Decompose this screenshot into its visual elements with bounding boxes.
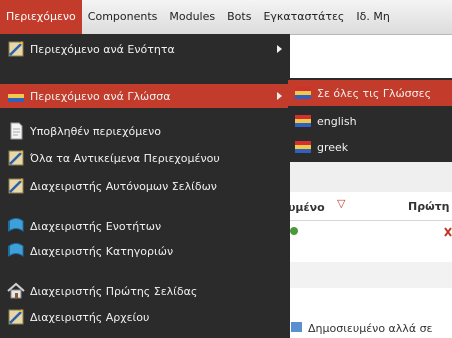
content-icon bbox=[8, 41, 24, 57]
menu-more[interactable]: Ιδ. Μη bbox=[350, 0, 395, 34]
submenu-item-all-languages[interactable]: Σε όλες τις Γλώσσες bbox=[288, 80, 452, 106]
home-icon bbox=[7, 282, 25, 299]
menu-bots[interactable]: Bots bbox=[221, 0, 257, 34]
menu-item-sections-manager[interactable]: Διαχειριστής Ενοτήτων bbox=[0, 214, 290, 238]
table-header-band bbox=[288, 162, 452, 192]
menu-modules[interactable]: Modules bbox=[163, 0, 221, 34]
table-footer-band bbox=[288, 262, 452, 288]
submenu-item-label: english bbox=[317, 114, 357, 128]
menu-item-submitted-content[interactable]: Υποβληθέν περιεχόμενο bbox=[0, 119, 290, 143]
frontpage-x-icon[interactable] bbox=[444, 226, 452, 238]
table-divider bbox=[288, 220, 452, 221]
status-icon[interactable] bbox=[289, 225, 299, 237]
top-menu-bar: Περιεχόμενο Components Modules Bots Εγκα… bbox=[0, 0, 452, 35]
sections-icon bbox=[8, 243, 24, 257]
submenu-item-english[interactable]: english bbox=[288, 108, 452, 134]
submenu-item-greek[interactable]: greek bbox=[288, 134, 452, 160]
menu-installers[interactable]: Εγκαταστάτες bbox=[257, 0, 350, 34]
menu-item-archive-manager[interactable]: Διαχειριστής Αρχείου bbox=[0, 305, 290, 329]
document-icon bbox=[10, 122, 23, 140]
language-flag-icon bbox=[295, 141, 311, 153]
menu-item-label: Διαχειριστής Ενοτήτων bbox=[30, 219, 162, 233]
menu-item-content-by-section[interactable]: Περιεχόμενο ανά Ενότητα bbox=[0, 37, 290, 61]
language-flag-icon bbox=[8, 90, 24, 102]
menu-item-frontpage-manager[interactable]: Διαχειριστής Πρώτης Σελίδας bbox=[0, 279, 290, 303]
sort-icon[interactable]: ▽ bbox=[337, 197, 345, 210]
language-flag-icon bbox=[295, 115, 311, 127]
menu-item-label: Διαχειριστής Αρχείου bbox=[30, 310, 150, 324]
menu-item-label: Διαχειριστής Αυτόνομων Σελίδων bbox=[30, 179, 217, 193]
menu-content[interactable]: Περιεχόμενο bbox=[0, 0, 82, 34]
menu-item-all-content-items[interactable]: Όλα τα Αντικείμενα Περιεχομένου bbox=[0, 146, 290, 170]
sections-icon bbox=[8, 218, 24, 232]
language-flag-icon bbox=[295, 87, 311, 99]
menu-item-label: Διαχειριστής Κατηγοριών bbox=[30, 244, 174, 258]
language-submenu: Σε όλες τις Γλώσσες english greek bbox=[288, 78, 452, 162]
menu-item-label: Όλα τα Αντικείμενα Περιεχομένου bbox=[30, 151, 220, 165]
menu-item-content-by-language[interactable]: Περιεχόμενο ανά Γλώσσα bbox=[0, 84, 290, 108]
menu-item-label: Υποβληθέν περιεχόμενο bbox=[30, 124, 162, 138]
menu-item-label: Περιεχόμενο ανά Γλώσσα bbox=[30, 89, 171, 103]
column-published[interactable]: υμένο bbox=[288, 201, 325, 214]
content-dropdown-menu: Περιεχόμενο ανά Ενότητα Περιεχόμενο ανά … bbox=[0, 34, 290, 338]
menu-item-label: Διαχειριστής Πρώτης Σελίδας bbox=[30, 284, 198, 298]
column-frontpage[interactable]: Πρώτη bbox=[408, 200, 450, 213]
legend-text: Δημοσιευμένο αλλά σε bbox=[308, 322, 433, 335]
submenu-item-label: Σε όλες τις Γλώσσες bbox=[317, 86, 432, 100]
menu-item-label: Περιεχόμενο ανά Ενότητα bbox=[30, 42, 175, 56]
menu-item-categories-manager[interactable]: Διαχειριστής Κατηγοριών bbox=[0, 239, 290, 263]
menu-item-static-pages-manager[interactable]: Διαχειριστής Αυτόνομων Σελίδων bbox=[0, 174, 290, 198]
submenu-arrow-icon bbox=[277, 92, 282, 100]
submenu-item-label: greek bbox=[317, 140, 349, 154]
published-legend-icon bbox=[291, 322, 302, 332]
menu-components[interactable]: Components bbox=[82, 0, 164, 34]
submenu-arrow-icon bbox=[277, 45, 282, 53]
archive-icon bbox=[8, 309, 24, 325]
content-icon bbox=[8, 150, 24, 166]
content-icon bbox=[8, 178, 24, 194]
